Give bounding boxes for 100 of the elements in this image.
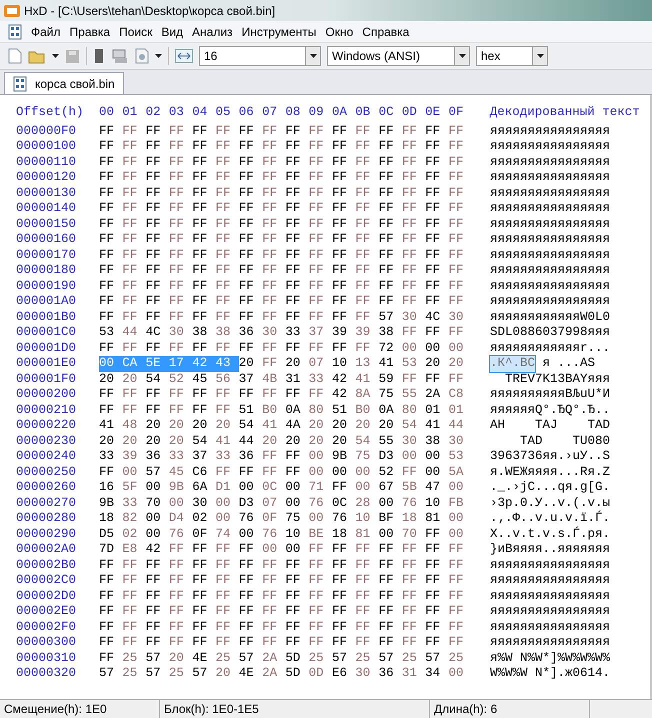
hex-byte[interactable]: 20 bbox=[122, 372, 146, 387]
hex-byte[interactable]: FF bbox=[355, 216, 379, 232]
hex-byte[interactable]: FF bbox=[448, 294, 472, 310]
hex-byte[interactable]: 00 bbox=[168, 496, 192, 511]
hex-byte[interactable]: FF bbox=[238, 294, 262, 310]
hex-byte[interactable]: FF bbox=[332, 480, 356, 496]
hex-byte[interactable]: FF bbox=[285, 216, 309, 232]
hex-byte[interactable]: 00 bbox=[146, 511, 169, 526]
hex-byte[interactable]: FF bbox=[99, 402, 122, 418]
hex-byte[interactable]: FF bbox=[122, 635, 146, 650]
hex-byte[interactable]: FF bbox=[262, 170, 286, 186]
hex-byte[interactable]: FF bbox=[146, 620, 169, 635]
hex-byte[interactable]: FF bbox=[215, 124, 239, 139]
hex-byte[interactable]: FF bbox=[285, 604, 309, 620]
hex-byte[interactable]: FF bbox=[308, 588, 332, 604]
hex-byte[interactable]: 4B bbox=[262, 372, 286, 387]
menu-item[interactable]: Вид bbox=[161, 22, 184, 40]
hex-byte[interactable]: FF bbox=[168, 558, 192, 573]
hex-byte[interactable]: 10 bbox=[332, 356, 356, 372]
hex-byte[interactable]: FF bbox=[355, 139, 379, 154]
hex-byte[interactable]: FF bbox=[238, 310, 262, 325]
hex-byte[interactable]: 51 bbox=[332, 402, 356, 418]
hex-byte[interactable]: FF bbox=[146, 387, 169, 402]
hex-byte[interactable]: FF bbox=[332, 170, 356, 186]
hex-byte[interactable]: FF bbox=[448, 573, 472, 588]
hex-byte[interactable]: FF bbox=[308, 340, 332, 356]
hex-byte[interactable]: FF bbox=[168, 139, 192, 154]
hex-byte[interactable]: E6 bbox=[332, 666, 356, 682]
hex-byte[interactable]: FF bbox=[332, 558, 356, 573]
hex-byte[interactable]: FF bbox=[168, 278, 192, 294]
hex-byte[interactable]: 37 bbox=[238, 372, 262, 387]
hex-byte[interactable]: 53 bbox=[448, 449, 472, 464]
hex-byte[interactable]: FF bbox=[425, 372, 448, 387]
hex-byte[interactable]: FF bbox=[238, 278, 262, 294]
hex-byte[interactable]: FF bbox=[355, 310, 379, 325]
hex-byte[interactable]: FF bbox=[285, 170, 309, 186]
hex-byte[interactable]: FF bbox=[168, 620, 192, 635]
hex-byte[interactable]: FF bbox=[332, 248, 356, 263]
hex-byte[interactable]: 30 bbox=[355, 666, 379, 682]
decoded-text[interactable]: яяяяяяяяяяяяяяяя bbox=[490, 154, 610, 170]
hex-byte[interactable]: B0 bbox=[355, 402, 379, 418]
hex-byte[interactable]: 76 bbox=[238, 511, 262, 526]
decoded-text[interactable]: яяяяяяQ°.ЂQ°.Ђ.. bbox=[490, 402, 610, 418]
hex-byte[interactable]: FF bbox=[355, 154, 379, 170]
hex-byte[interactable]: FF bbox=[378, 278, 402, 294]
hex-byte[interactable]: 30 bbox=[402, 310, 426, 325]
hex-byte[interactable]: FF bbox=[355, 170, 379, 186]
hex-byte[interactable]: 00 bbox=[146, 526, 169, 542]
hex-byte[interactable]: 00 bbox=[402, 340, 426, 356]
hex-byte[interactable]: FF bbox=[146, 139, 169, 154]
hex-byte[interactable]: 2A bbox=[425, 387, 448, 402]
hex-byte[interactable]: FF bbox=[99, 186, 122, 201]
hex-byte[interactable]: 00 bbox=[448, 511, 472, 526]
hex-byte[interactable]: FF bbox=[99, 588, 122, 604]
hex-byte[interactable]: FF bbox=[99, 340, 122, 356]
hex-byte[interactable]: 00 bbox=[425, 449, 448, 464]
hex-byte[interactable]: 54 bbox=[146, 372, 169, 387]
hex-byte[interactable]: FF bbox=[285, 278, 309, 294]
hex-byte[interactable]: FF bbox=[215, 588, 239, 604]
hex-byte[interactable]: FF bbox=[215, 464, 239, 480]
hex-byte[interactable]: FF bbox=[425, 526, 448, 542]
hex-byte[interactable]: FF bbox=[168, 201, 192, 216]
hex-byte[interactable]: FF bbox=[448, 604, 472, 620]
hex-byte[interactable]: FF bbox=[425, 558, 448, 573]
hex-byte[interactable]: 75 bbox=[285, 511, 309, 526]
hex-byte[interactable]: FF bbox=[285, 294, 309, 310]
hex-byte[interactable]: FF bbox=[192, 604, 216, 620]
hex-byte[interactable]: 25 bbox=[355, 650, 379, 666]
dropdown[interactable]: hex bbox=[476, 46, 548, 66]
hex-byte[interactable]: 00 bbox=[448, 480, 472, 496]
hex-byte[interactable]: FF bbox=[215, 310, 239, 325]
hex-byte[interactable]: 0C bbox=[332, 496, 356, 511]
hex-byte[interactable]: 56 bbox=[215, 372, 239, 387]
hex-byte[interactable]: FF bbox=[448, 154, 472, 170]
hex-byte[interactable]: 00 bbox=[285, 542, 309, 558]
decoded-text[interactable]: яяяяяяяяяяяяяяяя bbox=[490, 186, 610, 201]
hex-byte[interactable]: 20 bbox=[378, 418, 402, 434]
hex-byte[interactable]: 20 bbox=[192, 418, 216, 434]
hex-byte[interactable]: 42 bbox=[332, 387, 356, 402]
hex-byte[interactable]: 36 bbox=[238, 325, 262, 340]
hex-byte[interactable]: 70 bbox=[402, 526, 426, 542]
hex-byte[interactable]: FF bbox=[332, 340, 356, 356]
hex-byte[interactable]: 5A bbox=[448, 464, 472, 480]
decoded-text[interactable]: W%W%W N*].ж0614. bbox=[490, 666, 610, 682]
hex-byte[interactable]: FF bbox=[122, 402, 146, 418]
decoded-text[interactable]: яяяяяяяяяяяяяяяя bbox=[490, 620, 610, 635]
hex-byte[interactable]: 54 bbox=[238, 418, 262, 434]
hex-byte[interactable]: 20 bbox=[99, 372, 122, 387]
hex-byte[interactable]: FF bbox=[168, 124, 192, 139]
hex-byte[interactable]: FF bbox=[262, 186, 286, 201]
hex-byte[interactable]: FF bbox=[122, 573, 146, 588]
hex-byte[interactable]: FF bbox=[122, 340, 146, 356]
hex-byte[interactable]: FF bbox=[215, 186, 239, 201]
hex-byte[interactable]: FF bbox=[99, 124, 122, 139]
decoded-text[interactable]: яяяяяяяяяяяяяяяя bbox=[490, 573, 610, 588]
menu-item[interactable]: Справка bbox=[362, 22, 410, 40]
hex-byte[interactable]: FF bbox=[378, 588, 402, 604]
hex-byte[interactable]: 25 bbox=[215, 650, 239, 666]
hex-byte[interactable]: FF bbox=[215, 278, 239, 294]
hex-byte[interactable]: FF bbox=[238, 573, 262, 588]
